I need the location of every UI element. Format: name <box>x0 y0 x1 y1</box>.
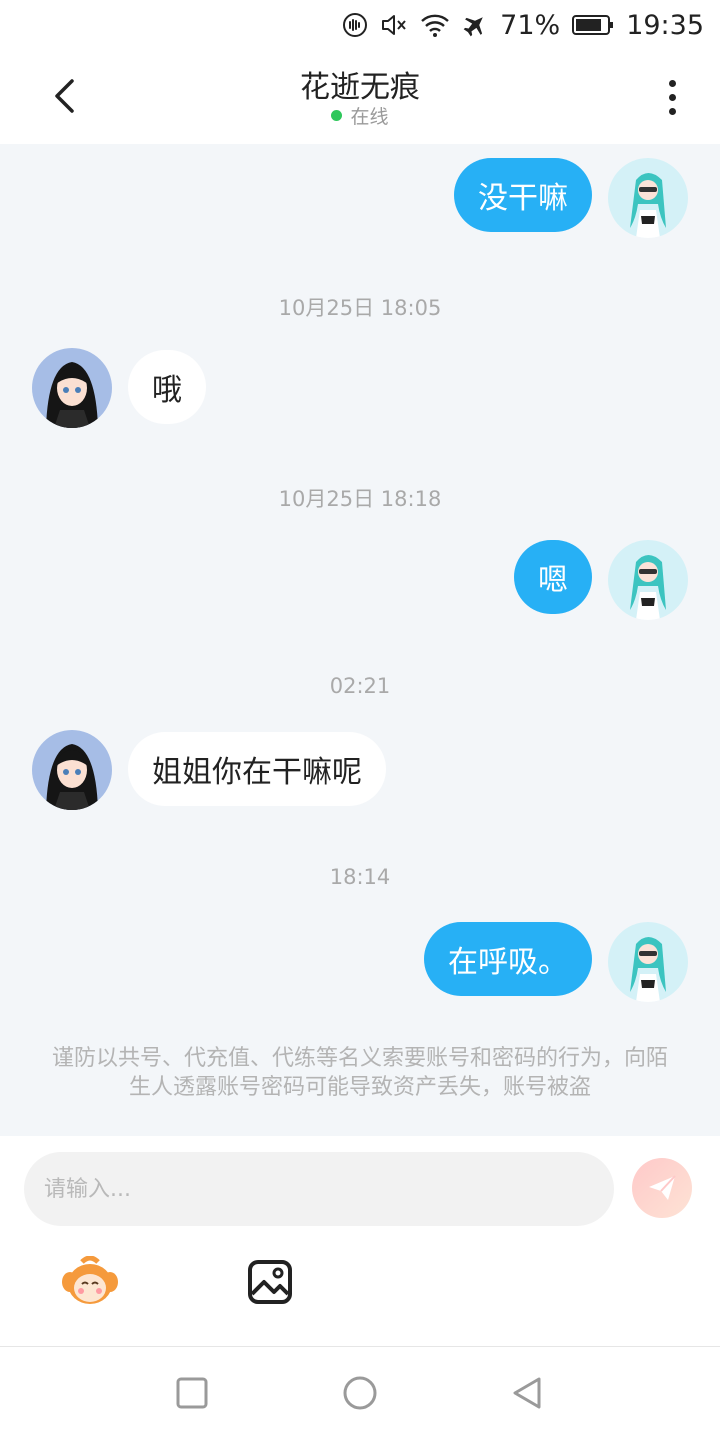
online-status: 在线 <box>0 102 720 129</box>
send-button[interactable] <box>632 1158 692 1218</box>
circle-icon <box>343 1376 377 1410</box>
battery-icon <box>572 14 614 36</box>
contact-avatar[interactable] <box>32 730 112 810</box>
my-avatar[interactable] <box>608 540 688 620</box>
message-bubble-received[interactable]: 哦 <box>128 350 206 424</box>
mute-icon <box>380 12 408 38</box>
online-dot-icon <box>331 110 343 121</box>
message-timestamp: 18:14 <box>329 865 391 889</box>
contact-name: 花逝无痕 <box>300 70 420 105</box>
online-status-label: 在线 <box>350 106 389 128</box>
input-panel <box>0 1136 720 1346</box>
my-avatar[interactable] <box>608 158 688 238</box>
nfc-icon <box>342 12 368 38</box>
airplane-mode-icon <box>462 12 488 38</box>
home-button[interactable] <box>340 1373 380 1413</box>
message-timestamp: 02:21 <box>329 674 391 698</box>
message-timestamp: 10月25日 18:18 <box>278 487 442 511</box>
message-bubble-sent[interactable]: 嗯 <box>514 540 592 614</box>
chat-header: 花逝无痕 在线 <box>0 50 720 144</box>
square-icon <box>176 1377 208 1409</box>
back-nav-button[interactable] <box>506 1373 546 1413</box>
recent-apps-button[interactable] <box>172 1373 212 1413</box>
message-bubble-sent[interactable]: 在呼吸。 <box>424 922 592 996</box>
security-notice: 谨防以共号、代充值、代练等名义索要账号和密码的行为，向陌生人透露账号密码可能导致… <box>51 1046 668 1100</box>
message-input[interactable] <box>24 1152 614 1226</box>
message-bubble-sent[interactable]: 没干嘛 <box>454 158 592 232</box>
my-avatar[interactable] <box>608 922 688 1002</box>
more-options-button[interactable] <box>652 74 692 120</box>
system-nav-bar <box>0 1346 720 1441</box>
send-icon <box>649 1175 676 1200</box>
emoji-mascot-icon[interactable] <box>60 1255 120 1308</box>
clock: 19:35 <box>626 9 704 41</box>
image-icon[interactable] <box>246 1258 294 1306</box>
status-icons: 71% 19:35 <box>342 8 704 42</box>
message-timestamp: 10月25日 18:05 <box>278 296 442 320</box>
triangle-back-icon <box>513 1377 541 1409</box>
wifi-icon <box>420 12 450 38</box>
message-bubble-received[interactable]: 姐姐你在干嘛呢 <box>128 732 386 806</box>
battery-percent: 71% <box>500 9 561 41</box>
message-list[interactable]: 没干嘛 10月25日 18:05 哦 10月25日 18:18 嗯 02:21 … <box>0 144 720 1136</box>
contact-avatar[interactable] <box>32 348 112 428</box>
status-bar: 71% 19:35 <box>0 0 720 50</box>
